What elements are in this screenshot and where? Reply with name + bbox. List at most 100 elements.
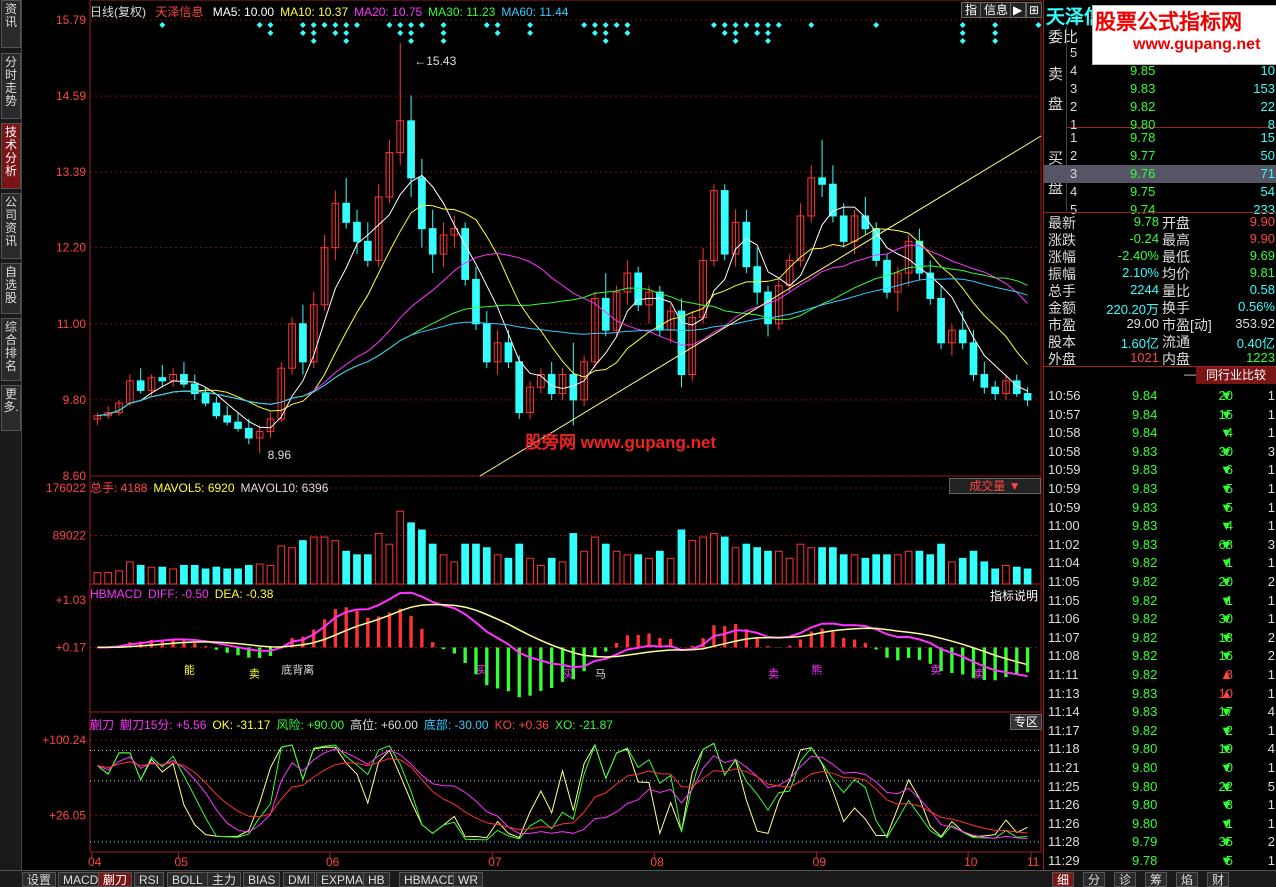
indicator-tab[interactable]: 主力 — [207, 872, 242, 887]
arrow-right-icon[interactable]: ▶ — [1010, 2, 1026, 18]
tick-count: 1 — [1267, 406, 1275, 422]
stat-value: 9.81 — [1249, 265, 1275, 280]
indicator-tab[interactable]: DMI — [283, 872, 315, 887]
panel-tab[interactable]: 诊 — [1114, 872, 1136, 887]
left-tab[interactable]: 分时走势 — [1, 53, 21, 119]
volume-bar — [223, 568, 232, 585]
panel-tab[interactable]: 分 — [1083, 872, 1105, 887]
indicator-value: DEA: -0.38 — [214, 587, 274, 601]
stock-name: 天泽信息 — [155, 5, 204, 19]
indicator-tab[interactable]: RSI — [134, 872, 165, 887]
indicator-tab[interactable]: WR — [453, 872, 483, 887]
y-tick-label: 15.79 — [56, 13, 86, 27]
tick-time: 11:26 — [1048, 815, 1080, 831]
candle-body — [244, 427, 253, 439]
volume-bar — [883, 554, 891, 585]
zone-button[interactable]: 专区 — [1010, 714, 1043, 730]
signal-diamond — [397, 22, 404, 28]
left-tab[interactable]: 技术分析 — [1, 123, 21, 189]
signal-diamond — [408, 22, 415, 28]
indicator-tab[interactable]: EXPMA — [316, 872, 369, 887]
left-tab[interactable]: 自选股 — [1, 263, 21, 314]
indicator-tab[interactable]: HBMACD — [399, 872, 462, 887]
stats-row: 振幅 2.10% 均价 9.81 — [1044, 264, 1276, 282]
x-tick-label: 11 — [1027, 855, 1040, 869]
candle-body — [742, 221, 751, 268]
tick-count: 4 — [1267, 704, 1275, 720]
left-tab[interactable]: 综合排名 — [1, 318, 21, 381]
tick-row: 11:07 9.82 13 ▼ 2 — [1044, 629, 1276, 647]
volume-bar — [190, 564, 199, 585]
volume-bar — [558, 561, 567, 585]
tick-price: 9.83 — [1132, 443, 1158, 459]
panel-tab[interactable]: 焰 — [1176, 872, 1198, 887]
tick-row: 11:05 9.82 1 ▼ 1 — [1044, 592, 1276, 610]
volume-bar — [904, 550, 913, 585]
volume-bar — [731, 547, 740, 585]
stat-value: 0.58 — [1249, 282, 1275, 297]
candle-body — [201, 393, 210, 404]
volume-bar — [591, 536, 599, 585]
signal-diamond — [591, 30, 598, 36]
indicator-tab[interactable]: MACD — [58, 872, 104, 887]
left-tab[interactable]: 公司资讯 — [1, 193, 21, 259]
volume-selector[interactable]: 成交量 ▼ — [949, 478, 1041, 494]
zhi-button[interactable]: 指 — [961, 2, 982, 18]
signal-diamond — [959, 30, 966, 36]
volume-bar — [991, 568, 999, 585]
tick-count: 1 — [1267, 518, 1275, 534]
level: 4 — [1070, 63, 1078, 78]
tick-row: 11:02 9.83 68 ▼ 3 — [1044, 536, 1276, 554]
candle-body — [720, 190, 729, 255]
tick-price: 9.82 — [1132, 667, 1158, 682]
indicator-value: XO: -21.87 — [554, 718, 613, 732]
price: 9.83 — [1130, 81, 1156, 96]
ma-value: MA20: 10.75 — [354, 5, 423, 19]
tick-count: 2 — [1267, 574, 1275, 589]
indicator-value: 蒯刀 — [90, 718, 115, 732]
stat-value: 2244 — [1130, 282, 1159, 297]
volume-bar — [472, 543, 480, 585]
indicator-tab[interactable]: HB — [363, 872, 390, 887]
indicator-tab[interactable]: 蒯刀 — [98, 872, 133, 887]
minus-icon[interactable]: — — [1184, 367, 1196, 381]
y-tick-label: 11.00 — [57, 317, 86, 331]
indicator-value: 总手: 4188 — [90, 481, 148, 495]
tick-time: 11:25 — [1048, 778, 1080, 794]
compare-industry-button[interactable]: 同行业比较 — [1196, 367, 1276, 384]
panel-tab[interactable]: 筹 — [1145, 872, 1167, 887]
signal-diamond — [321, 22, 328, 28]
macd-signal-label: 熊 — [811, 662, 822, 676]
signal-diamond — [775, 22, 782, 28]
level: 3 — [1070, 166, 1078, 181]
candle-body — [958, 329, 967, 344]
kdj-line — [97, 742, 1028, 841]
volume-bar — [115, 570, 123, 585]
ma-value: MA30: 11.23 — [428, 5, 496, 19]
indicator-help-button[interactable]: 指标说明 — [990, 587, 1038, 604]
collapse-icon[interactable]: ⊞ — [1026, 2, 1042, 18]
indicator-tab[interactable]: BIAS — [243, 872, 281, 887]
volume-bar — [126, 561, 134, 585]
tick-row: 11:25 9.80 22 ▼ 5 — [1044, 778, 1276, 796]
panel-tab[interactable]: 细 — [1052, 872, 1074, 887]
tick-time: 11:05 — [1048, 592, 1080, 608]
volume-bar — [688, 540, 697, 585]
info-button[interactable]: 信息 — [980, 2, 1013, 18]
signal-diamond — [765, 22, 772, 28]
sell-level-row: 4 9.85 10 — [1044, 62, 1276, 80]
price: 9.82 — [1130, 99, 1156, 114]
left-tab[interactable]: 更多. — [1, 385, 21, 431]
candle-body — [504, 342, 513, 363]
indicator-tab[interactable]: 设置 — [22, 872, 57, 887]
left-tab[interactable]: 资讯 — [1, 0, 21, 48]
level: 3 — [1070, 81, 1078, 96]
panel-tab[interactable]: 财 — [1207, 872, 1229, 887]
volume-bar — [601, 543, 610, 585]
tick-price: 9.84 — [1132, 388, 1158, 403]
tick-row: 11:29 9.78 5 ▼ 1 — [1044, 852, 1276, 870]
volume: 15 — [1260, 130, 1275, 145]
indicator-tab[interactable]: BOLL — [167, 872, 208, 887]
stat-value: 2.10% — [1122, 265, 1159, 280]
price: 9.78 — [1130, 130, 1156, 145]
